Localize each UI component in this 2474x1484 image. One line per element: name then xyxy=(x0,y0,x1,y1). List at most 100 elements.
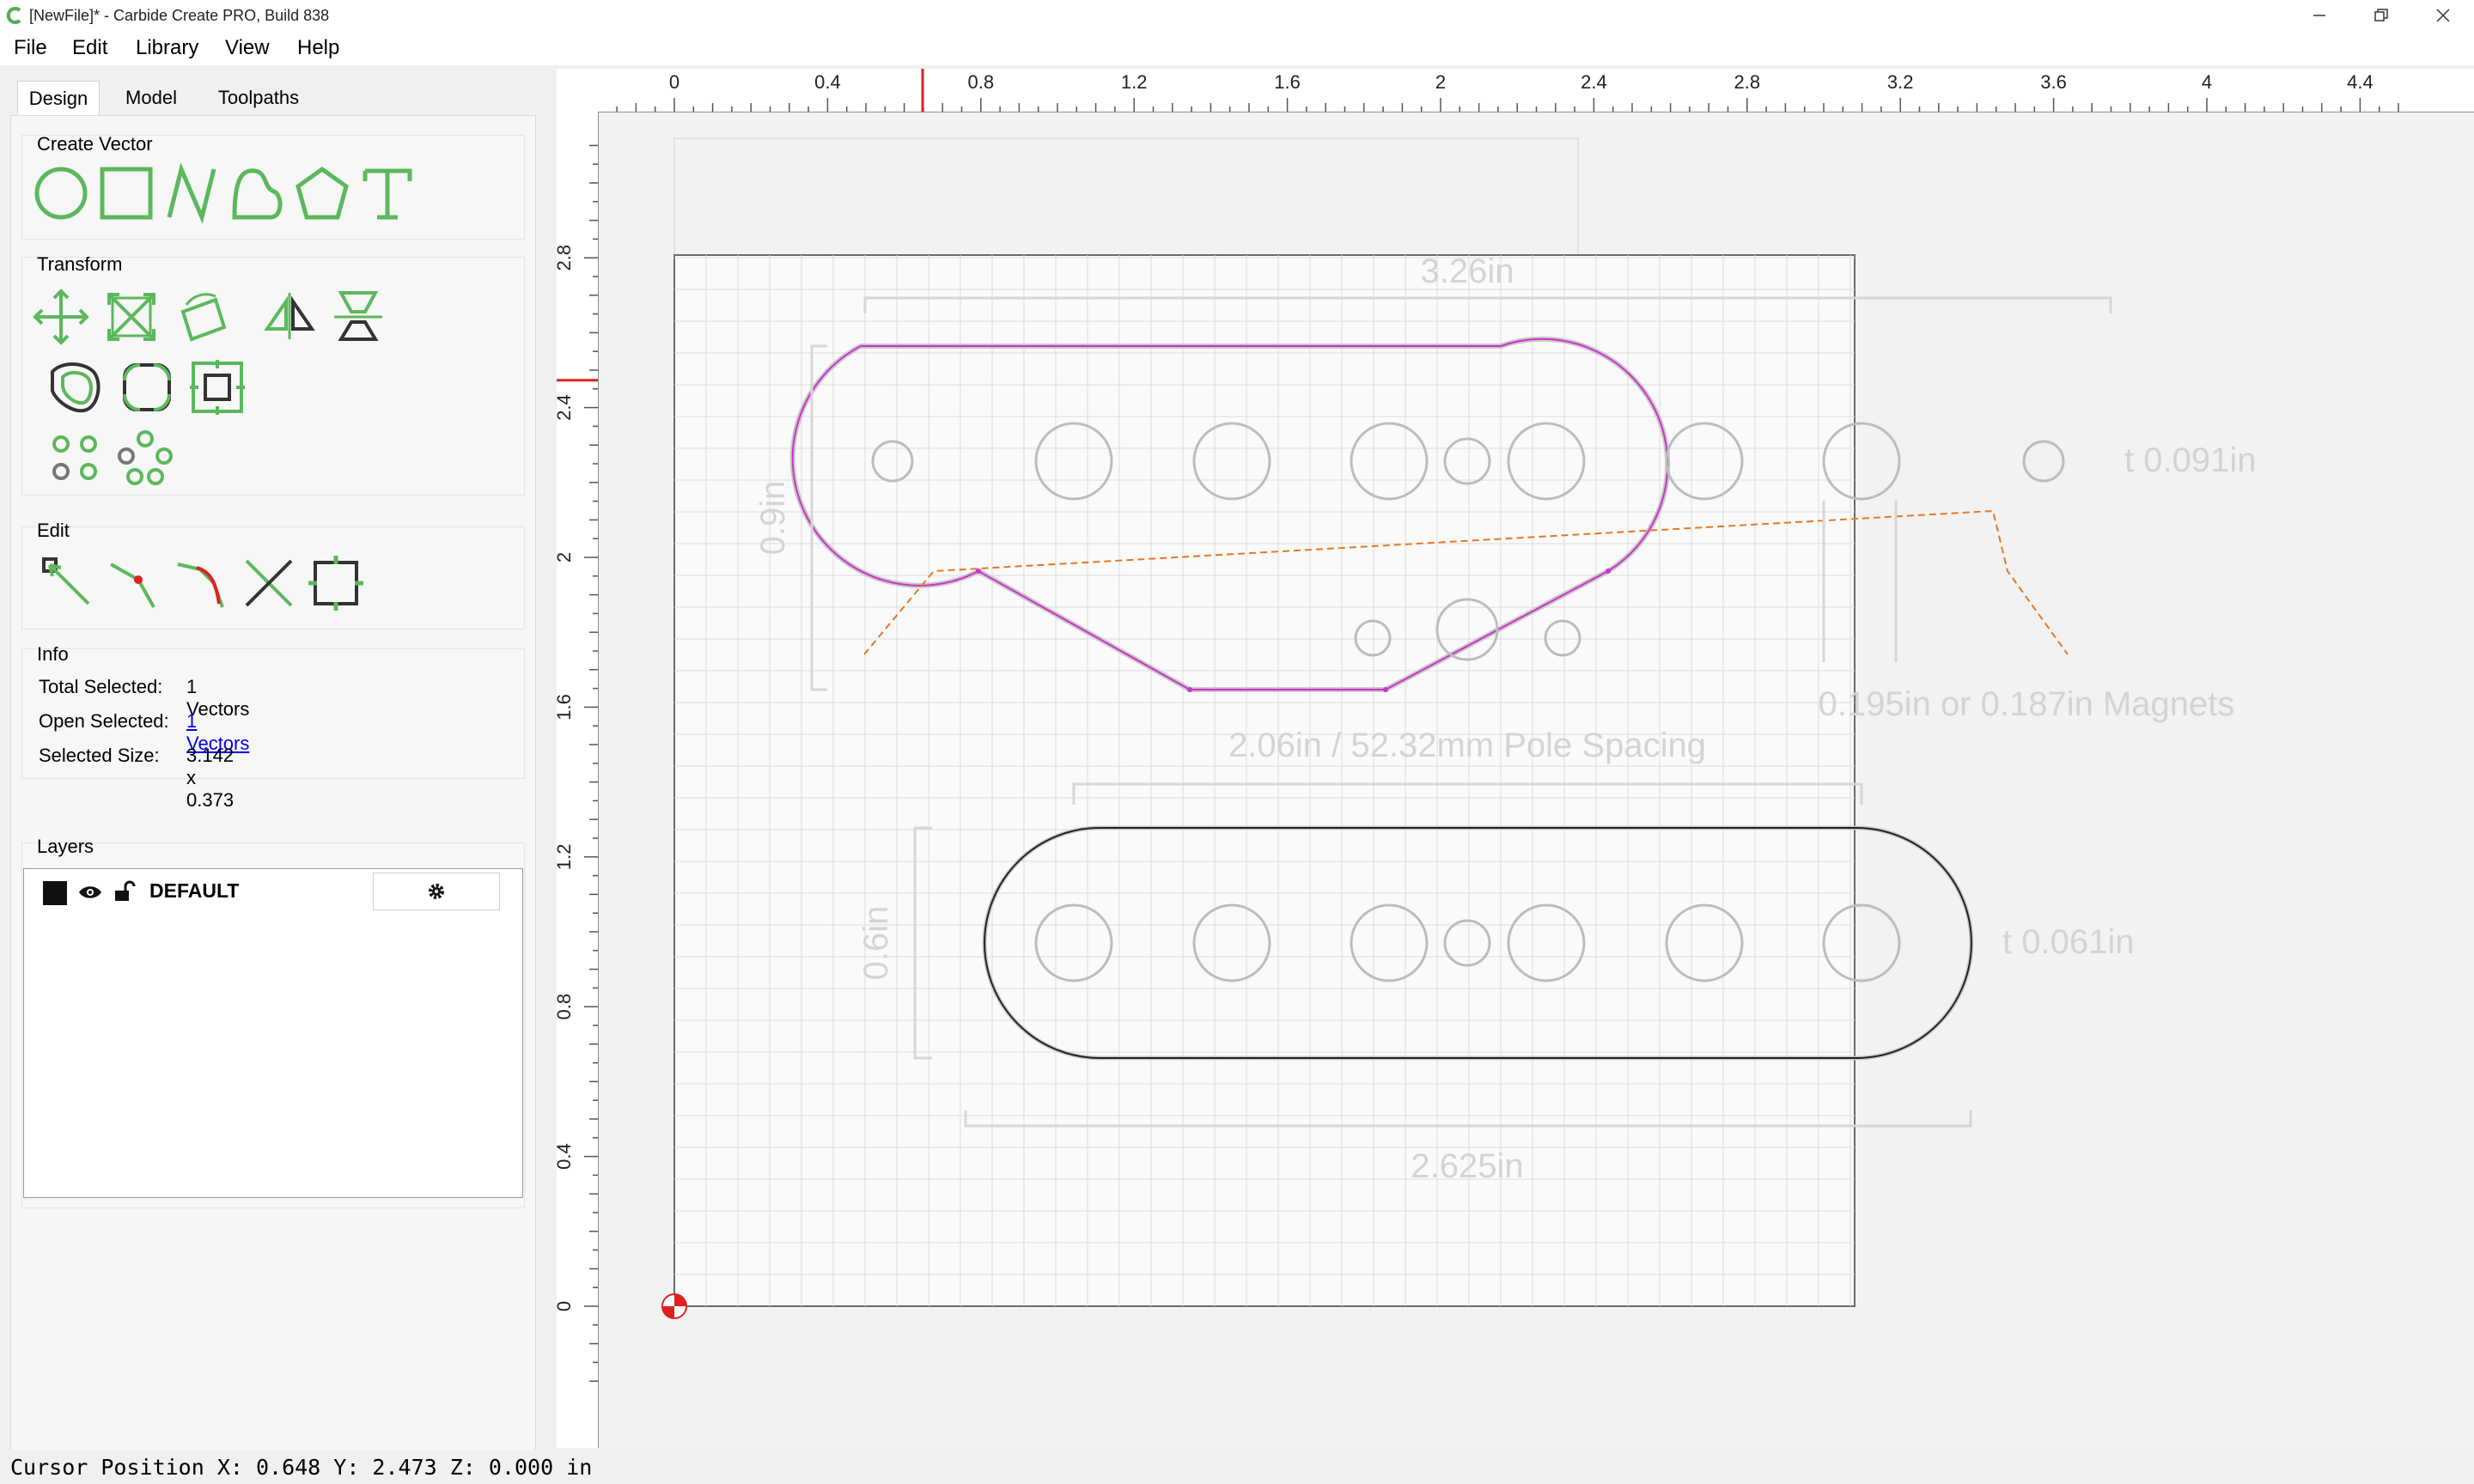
stock-outline xyxy=(673,137,1579,258)
boolean-union-icon[interactable] xyxy=(186,356,248,418)
ruler-label: 1.2 xyxy=(557,844,575,871)
layers-label: Layers xyxy=(37,836,94,857)
layers-list: DEFAULT xyxy=(23,868,523,1198)
selection-node[interactable] xyxy=(1606,569,1611,574)
ruler-label: 4.4 xyxy=(2347,71,2373,93)
smooth-node-icon[interactable] xyxy=(171,552,233,614)
ruler-label: 0 xyxy=(669,71,679,93)
grid-array-icon[interactable] xyxy=(44,427,106,489)
add-node-icon[interactable] xyxy=(104,552,166,614)
layer-settings-button[interactable] xyxy=(373,873,500,910)
dimension-magnets: 0.195in or 0.187in Magnets xyxy=(1819,685,2235,723)
work-area xyxy=(673,254,1855,1307)
dimension-width-bottom: 2.625in xyxy=(1411,1147,1523,1185)
open-selected-row: Open Selected: 1 Vectors xyxy=(39,710,249,754)
vertical-ruler-ticks: 2.8 2.4 2 1.6 1.2 0.8 0.4 0 xyxy=(553,144,598,1382)
menu-view[interactable]: View xyxy=(225,36,270,60)
edit-label: Edit xyxy=(37,520,70,541)
scale-icon[interactable] xyxy=(101,286,162,348)
minimize-button[interactable] xyxy=(2294,0,2345,31)
selection-node[interactable] xyxy=(1187,687,1192,692)
selected-size-value: 3.142 x 0.373 xyxy=(186,745,235,811)
vertical-ruler: 2.8 2.4 2 1.6 1.2 0.8 0.4 0 xyxy=(553,112,599,1448)
close-icon xyxy=(2436,9,2450,22)
move-icon[interactable] xyxy=(30,286,92,348)
menu-bar: File Edit Library View Help xyxy=(0,31,2474,65)
origin-marker-icon xyxy=(661,1293,687,1319)
dimension-height-top: 0.9in xyxy=(754,481,792,556)
close-button[interactable] xyxy=(2417,0,2469,31)
rectangle-tool-icon[interactable] xyxy=(95,162,157,224)
gear-icon xyxy=(429,884,444,899)
ruler-label: 2.4 xyxy=(557,394,575,421)
menu-library[interactable]: Library xyxy=(136,36,198,60)
join-icon[interactable] xyxy=(305,552,367,614)
ruler-label: 0.4 xyxy=(557,1143,575,1170)
dimension-width-top: 3.26in xyxy=(1421,252,1514,290)
ruler-label: 0.8 xyxy=(557,994,575,1020)
text-tool-icon[interactable] xyxy=(356,162,418,224)
total-selected-label: Total Selected: xyxy=(39,676,163,697)
ruler-label: 2.8 xyxy=(557,245,575,271)
unlock-icon[interactable] xyxy=(113,880,136,903)
design-canvas[interactable]: 3.26in 0.9in t 0.091in 0.195in or 0.187i… xyxy=(599,113,2474,1448)
ruler-label: 3.6 xyxy=(2040,71,2067,93)
transform-label: Transform xyxy=(37,253,123,275)
menu-edit[interactable]: Edit xyxy=(72,36,107,60)
eye-icon[interactable] xyxy=(77,883,103,902)
layer-row-default[interactable]: DEFAULT xyxy=(24,869,521,912)
create-vector-label: Create Vector xyxy=(37,133,153,155)
restore-button[interactable] xyxy=(2355,0,2407,31)
total-selected-row: Total Selected: 1 Vectors xyxy=(39,676,249,720)
horizontal-ruler-ticks: 0 0.4 0.8 1.2 1.6 2 2.4 2.8 3.2 3.6 4 4.4 xyxy=(616,69,2399,112)
left-panel: Design Model Toolpaths Create Vector Tra… xyxy=(0,65,550,1457)
ruler-label: 0 xyxy=(557,1301,575,1311)
horizontal-ruler: 0 0.4 0.8 1.2 1.6 2 2.4 2.8 3.2 3.6 4 4.4 xyxy=(557,69,2474,113)
dimension-thickness-top: t 0.091in xyxy=(2124,441,2256,479)
ruler-label: 2.4 xyxy=(1581,71,1607,93)
ruler-label: 0.4 xyxy=(814,71,841,93)
canvas-drawing[interactable]: 3.26in 0.9in t 0.091in 0.195in or 0.187i… xyxy=(599,113,2474,1448)
carbide-logo-icon xyxy=(6,7,21,24)
ruler-label: 2 xyxy=(1435,71,1446,93)
tab-design[interactable]: Design xyxy=(17,81,100,116)
ruler-label: 2 xyxy=(557,552,575,563)
ruler-label: 0.8 xyxy=(968,71,995,93)
mirror-icon[interactable] xyxy=(259,286,320,348)
ruler-label: 2.8 xyxy=(1734,71,1761,93)
ruler-label: 1.6 xyxy=(1274,71,1301,93)
tab-model[interactable]: Model xyxy=(110,81,192,115)
ruler-label: 1.2 xyxy=(1121,71,1148,93)
rotate-icon[interactable] xyxy=(171,286,233,348)
polyline-tool-icon[interactable] xyxy=(161,162,222,224)
offset-icon[interactable] xyxy=(44,356,106,418)
window-title: [NewFile]* - Carbide Create PRO, Build 8… xyxy=(29,7,330,24)
selection-node[interactable] xyxy=(1383,687,1388,692)
info-label: Info xyxy=(37,643,69,665)
align-icon[interactable] xyxy=(327,286,389,348)
layer-color-swatch[interactable] xyxy=(43,881,67,905)
curve-tool-icon[interactable] xyxy=(226,162,288,224)
layer-name: DEFAULT xyxy=(149,879,240,902)
title-bar: [NewFile]* - Carbide Create PRO, Build 8… xyxy=(0,0,2474,31)
circle-tool-icon[interactable] xyxy=(30,162,92,224)
dimension-height-bottom: 0.6in xyxy=(857,906,895,981)
trim-icon[interactable] xyxy=(238,552,300,614)
fillet-icon[interactable] xyxy=(116,356,178,418)
dimension-thickness-bottom: t 0.061in xyxy=(2002,923,2134,961)
node-edit-icon[interactable] xyxy=(37,552,99,614)
selected-size-label: Selected Size: xyxy=(39,745,160,766)
polygon-tool-icon[interactable] xyxy=(291,162,353,224)
minimize-icon xyxy=(2313,15,2325,16)
ruler-label: 1.6 xyxy=(557,694,575,721)
tab-toolpaths[interactable]: Toolpaths xyxy=(204,81,313,115)
menu-file[interactable]: File xyxy=(14,36,47,60)
ruler-label: 3.2 xyxy=(1887,71,1914,93)
design-panel: Create Vector Transform Edit Info Total xyxy=(10,115,536,1457)
dimension-pole-spacing: 2.06in / 52.32mm Pole Spacing xyxy=(1228,727,1706,764)
circular-array-icon[interactable] xyxy=(114,427,176,489)
ruler-label: 4 xyxy=(2202,71,2212,93)
menu-help[interactable]: Help xyxy=(297,36,339,60)
status-bar: Cursor Position X: 0.648 Y: 2.473 Z: 0.0… xyxy=(0,1450,2474,1484)
selected-size-row: Selected Size: 3.142 x 0.373 xyxy=(39,745,234,811)
